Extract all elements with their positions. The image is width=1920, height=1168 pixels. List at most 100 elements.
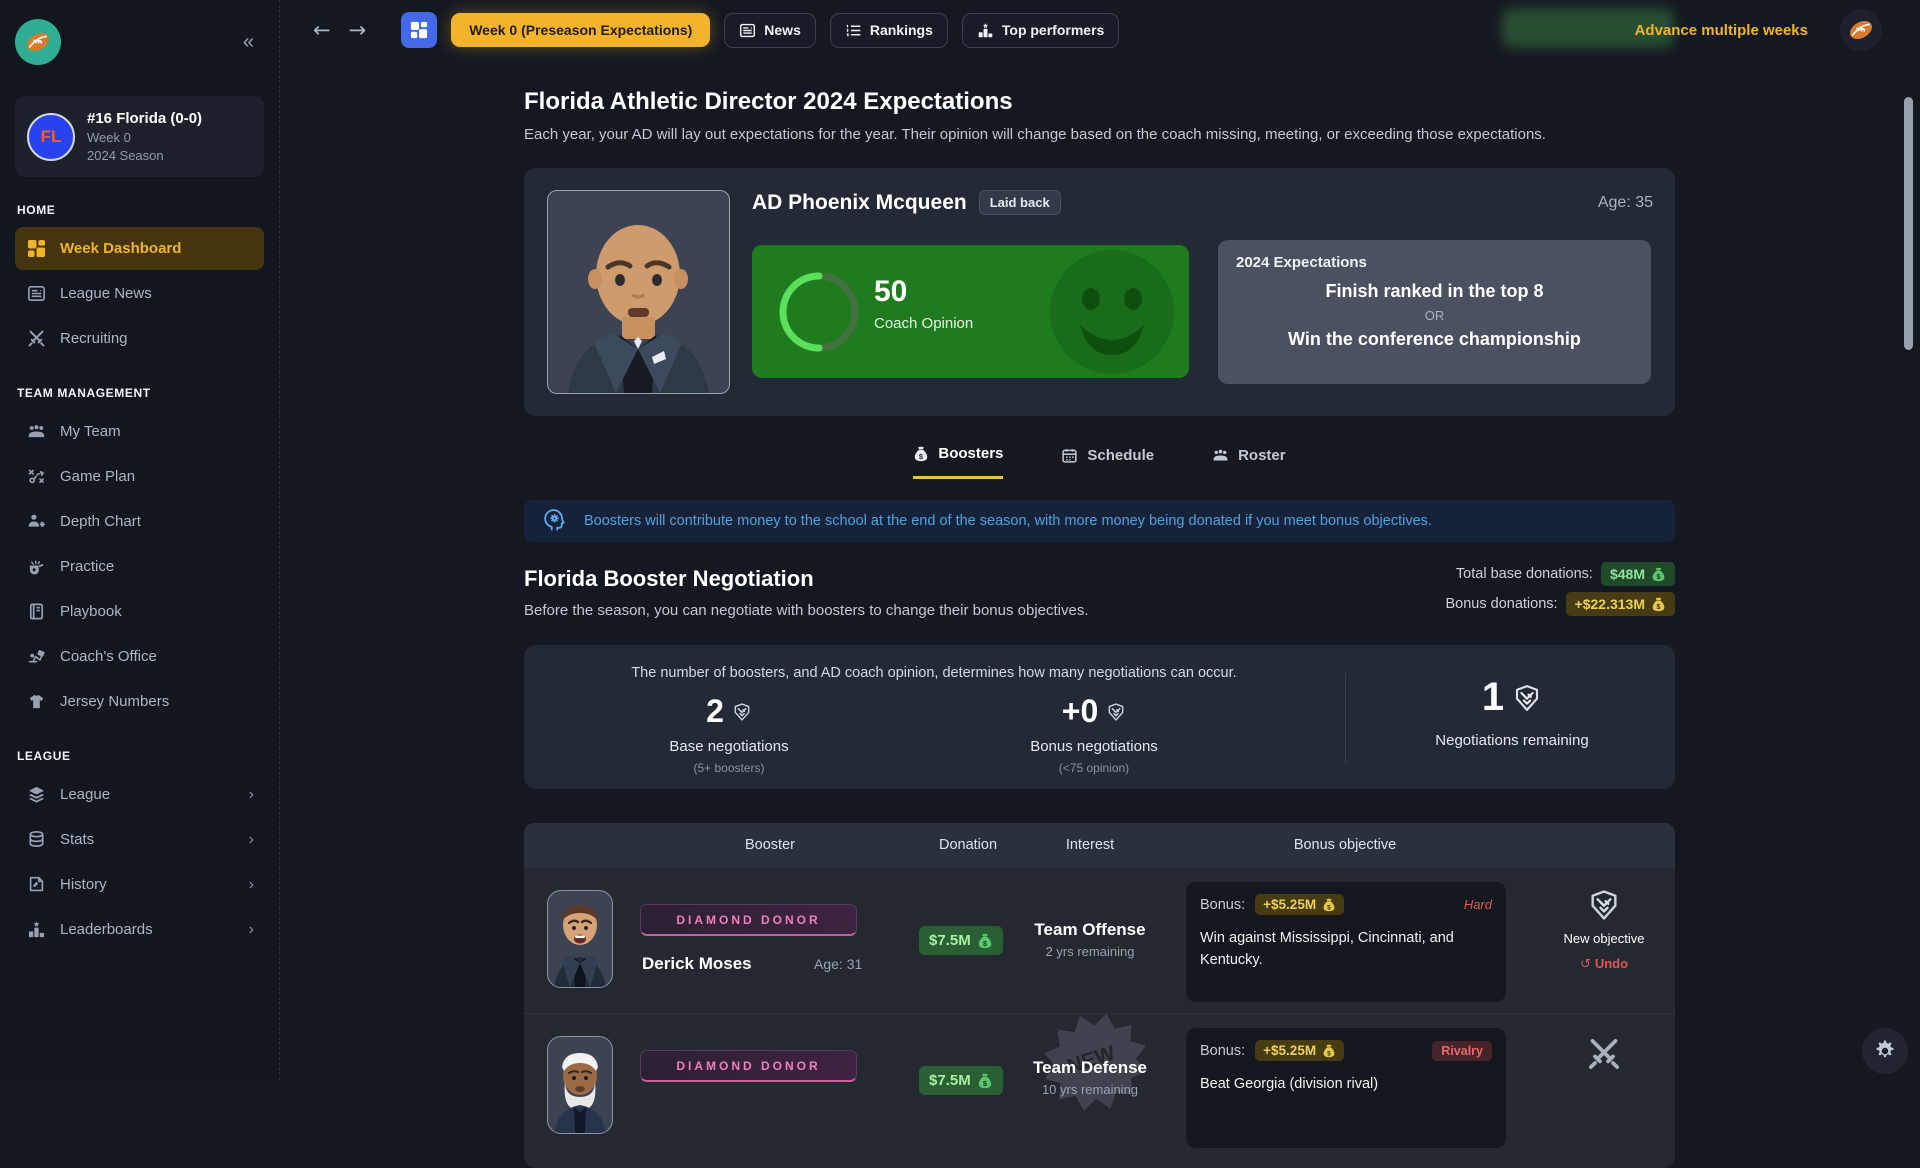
total-donations-label: Total base donations:	[1456, 566, 1593, 582]
handshake-icon	[1512, 683, 1542, 713]
grid-icon	[27, 239, 46, 258]
football-icon	[1846, 15, 1876, 45]
advance-multiple-weeks-link[interactable]: Advance multiple weeks	[1635, 0, 1808, 60]
database-icon	[27, 830, 46, 849]
negotiations-summary-text: The number of boosters, and AD coach opi…	[524, 665, 1344, 681]
undo-button[interactable]: ↺ Undo	[1534, 956, 1674, 972]
sidebar-item-label: Week Dashboard	[60, 240, 181, 257]
whistle-icon	[27, 557, 46, 576]
stat-sub: (5+ boosters)	[629, 761, 829, 775]
sidebar-item-label: Recruiting	[60, 330, 128, 347]
ad-avatar	[547, 190, 730, 394]
interest-label: Team Offense	[1010, 920, 1170, 940]
newspaper-icon	[739, 22, 756, 39]
sidebar-item-history[interactable]: History ›	[15, 863, 264, 906]
interest-sub: 2 yrs remaining	[1010, 944, 1170, 959]
donation-value: $7.5M	[929, 932, 971, 949]
sidebar-item-league-news[interactable]: League News	[15, 272, 264, 315]
money-bag-icon: $	[1322, 1044, 1336, 1058]
football-badge[interactable]	[1840, 9, 1882, 51]
calendar-icon	[1061, 447, 1078, 464]
ad-trait-badge: Laid back	[979, 190, 1061, 215]
back-icon[interactable]: ←	[304, 14, 340, 46]
stat-label: Bonus negotiations	[994, 738, 1194, 755]
col-interest: Interest	[1066, 837, 1114, 853]
tab-boosters[interactable]: $ Boosters	[913, 445, 1003, 479]
sidebar-item-label: Jersey Numbers	[60, 693, 169, 710]
sidebar-item-label: Practice	[60, 558, 114, 575]
svg-text:$: $	[1657, 574, 1661, 581]
bonus-objective-box: Bonus: +$5.25M $ Rivalry Beat Georgia (d…	[1186, 1028, 1506, 1148]
team-card[interactable]: FL #16 Florida (0-0) Week 0 2024 Season	[15, 96, 264, 177]
chevron-right-icon: ›	[249, 876, 254, 894]
news-button[interactable]: News	[724, 13, 816, 48]
booster-row-derick-moses[interactable]: DIAMOND DONOR Derick Moses Age: 31 $7.5M…	[524, 868, 1675, 1013]
settings-button[interactable]	[1862, 1028, 1908, 1074]
stat-value: 2	[706, 693, 724, 730]
sidebar-item-jersey-numbers[interactable]: Jersey Numbers	[15, 680, 264, 723]
bonus-donations: Bonus donations: +$22.313M $	[1445, 592, 1675, 616]
undo-icon: ↺	[1580, 957, 1591, 972]
grid-icon	[410, 21, 428, 39]
scrollbar-thumb[interactable]	[1904, 97, 1913, 350]
svg-text:$: $	[1327, 1050, 1331, 1057]
undo-label: Undo	[1595, 956, 1628, 971]
sidebar-item-label: League	[60, 786, 110, 803]
objective-text: Win against Mississippi, Cincinnati, and…	[1200, 927, 1492, 972]
sidebar-item-practice[interactable]: Practice	[15, 545, 264, 588]
people-icon	[1212, 447, 1229, 464]
news-button-label: News	[764, 22, 801, 38]
boosters-info-banner: Boosters will contribute money to the sc…	[524, 500, 1675, 542]
money-bag-icon: $	[1651, 567, 1666, 582]
booster-avatar	[547, 890, 613, 988]
current-week-button[interactable]: Week 0 (Preseason Expectations)	[451, 13, 710, 47]
svg-text:$: $	[1657, 604, 1661, 611]
stat-label: Negotiations remaining	[1352, 732, 1672, 749]
sidebar-item-stats[interactable]: Stats ›	[15, 818, 264, 861]
booster-avatar	[547, 1036, 613, 1134]
sidebar-item-my-team[interactable]: My Team	[15, 410, 264, 453]
booster-row-2[interactable]: NEW DIAMOND DONOR $7.5M	[524, 1013, 1675, 1158]
sidebar-item-leaderboards[interactable]: Leaderboards ›	[15, 908, 264, 951]
new-objective-button[interactable]: New objective	[1534, 931, 1674, 946]
col-donation: Donation	[939, 837, 997, 853]
sidebar: « FL #16 Florida (0-0) Week 0 2024 Seaso…	[0, 0, 280, 1080]
smiley-icon	[1047, 247, 1177, 377]
sidebar-item-coachs-office[interactable]: Coach's Office	[15, 635, 264, 678]
difficulty-label: Hard	[1464, 897, 1492, 912]
tab-roster[interactable]: Roster	[1212, 445, 1286, 479]
bonus-donations-value: +$22.313M	[1575, 596, 1645, 612]
podium-icon	[27, 920, 46, 939]
expectations-title: 2024 Expectations	[1236, 254, 1633, 271]
rankings-button-label: Rankings	[870, 22, 933, 38]
rankings-button[interactable]: Rankings	[830, 13, 948, 48]
tab-schedule[interactable]: Schedule	[1061, 445, 1154, 479]
handshake-icon[interactable]	[1587, 888, 1621, 922]
opinion-ring	[776, 269, 862, 355]
app-logo-football-icon[interactable]	[15, 19, 61, 65]
bonus-donations-label: Bonus donations:	[1445, 596, 1557, 612]
sidebar-item-depth-chart[interactable]: Depth Chart	[15, 500, 264, 543]
sidebar-item-recruiting[interactable]: Recruiting	[15, 317, 264, 360]
crossed-swords-icon	[27, 329, 46, 348]
sidebar-item-week-dashboard[interactable]: Week Dashboard	[15, 227, 264, 270]
donation-value: $7.5M	[929, 1072, 971, 1089]
rivalry-badge: Rivalry	[1432, 1041, 1492, 1061]
crossed-swords-icon[interactable]	[1586, 1036, 1622, 1072]
sidebar-item-label: My Team	[60, 423, 121, 440]
sidebar-collapse-icon[interactable]: «	[233, 27, 264, 58]
sidebar-item-league[interactable]: League ›	[15, 773, 264, 816]
desk-lamp-icon	[27, 647, 46, 666]
negotiation-title: Florida Booster Negotiation	[524, 566, 814, 592]
tab-label: Schedule	[1087, 447, 1154, 464]
forward-icon[interactable]: →	[340, 14, 376, 46]
dashboard-grid-button[interactable]	[401, 12, 437, 48]
sidebar-item-playbook[interactable]: Playbook	[15, 590, 264, 633]
section-label-team-management: TEAM MANAGEMENT	[17, 386, 262, 400]
sidebar-item-label: Coach's Office	[60, 648, 157, 665]
top-performers-button[interactable]: Top performers	[962, 13, 1119, 48]
sidebar-item-label: League News	[60, 285, 152, 302]
col-booster: Booster	[745, 837, 795, 853]
sidebar-item-game-plan[interactable]: Game Plan	[15, 455, 264, 498]
stat-label: Base negotiations	[629, 738, 829, 755]
